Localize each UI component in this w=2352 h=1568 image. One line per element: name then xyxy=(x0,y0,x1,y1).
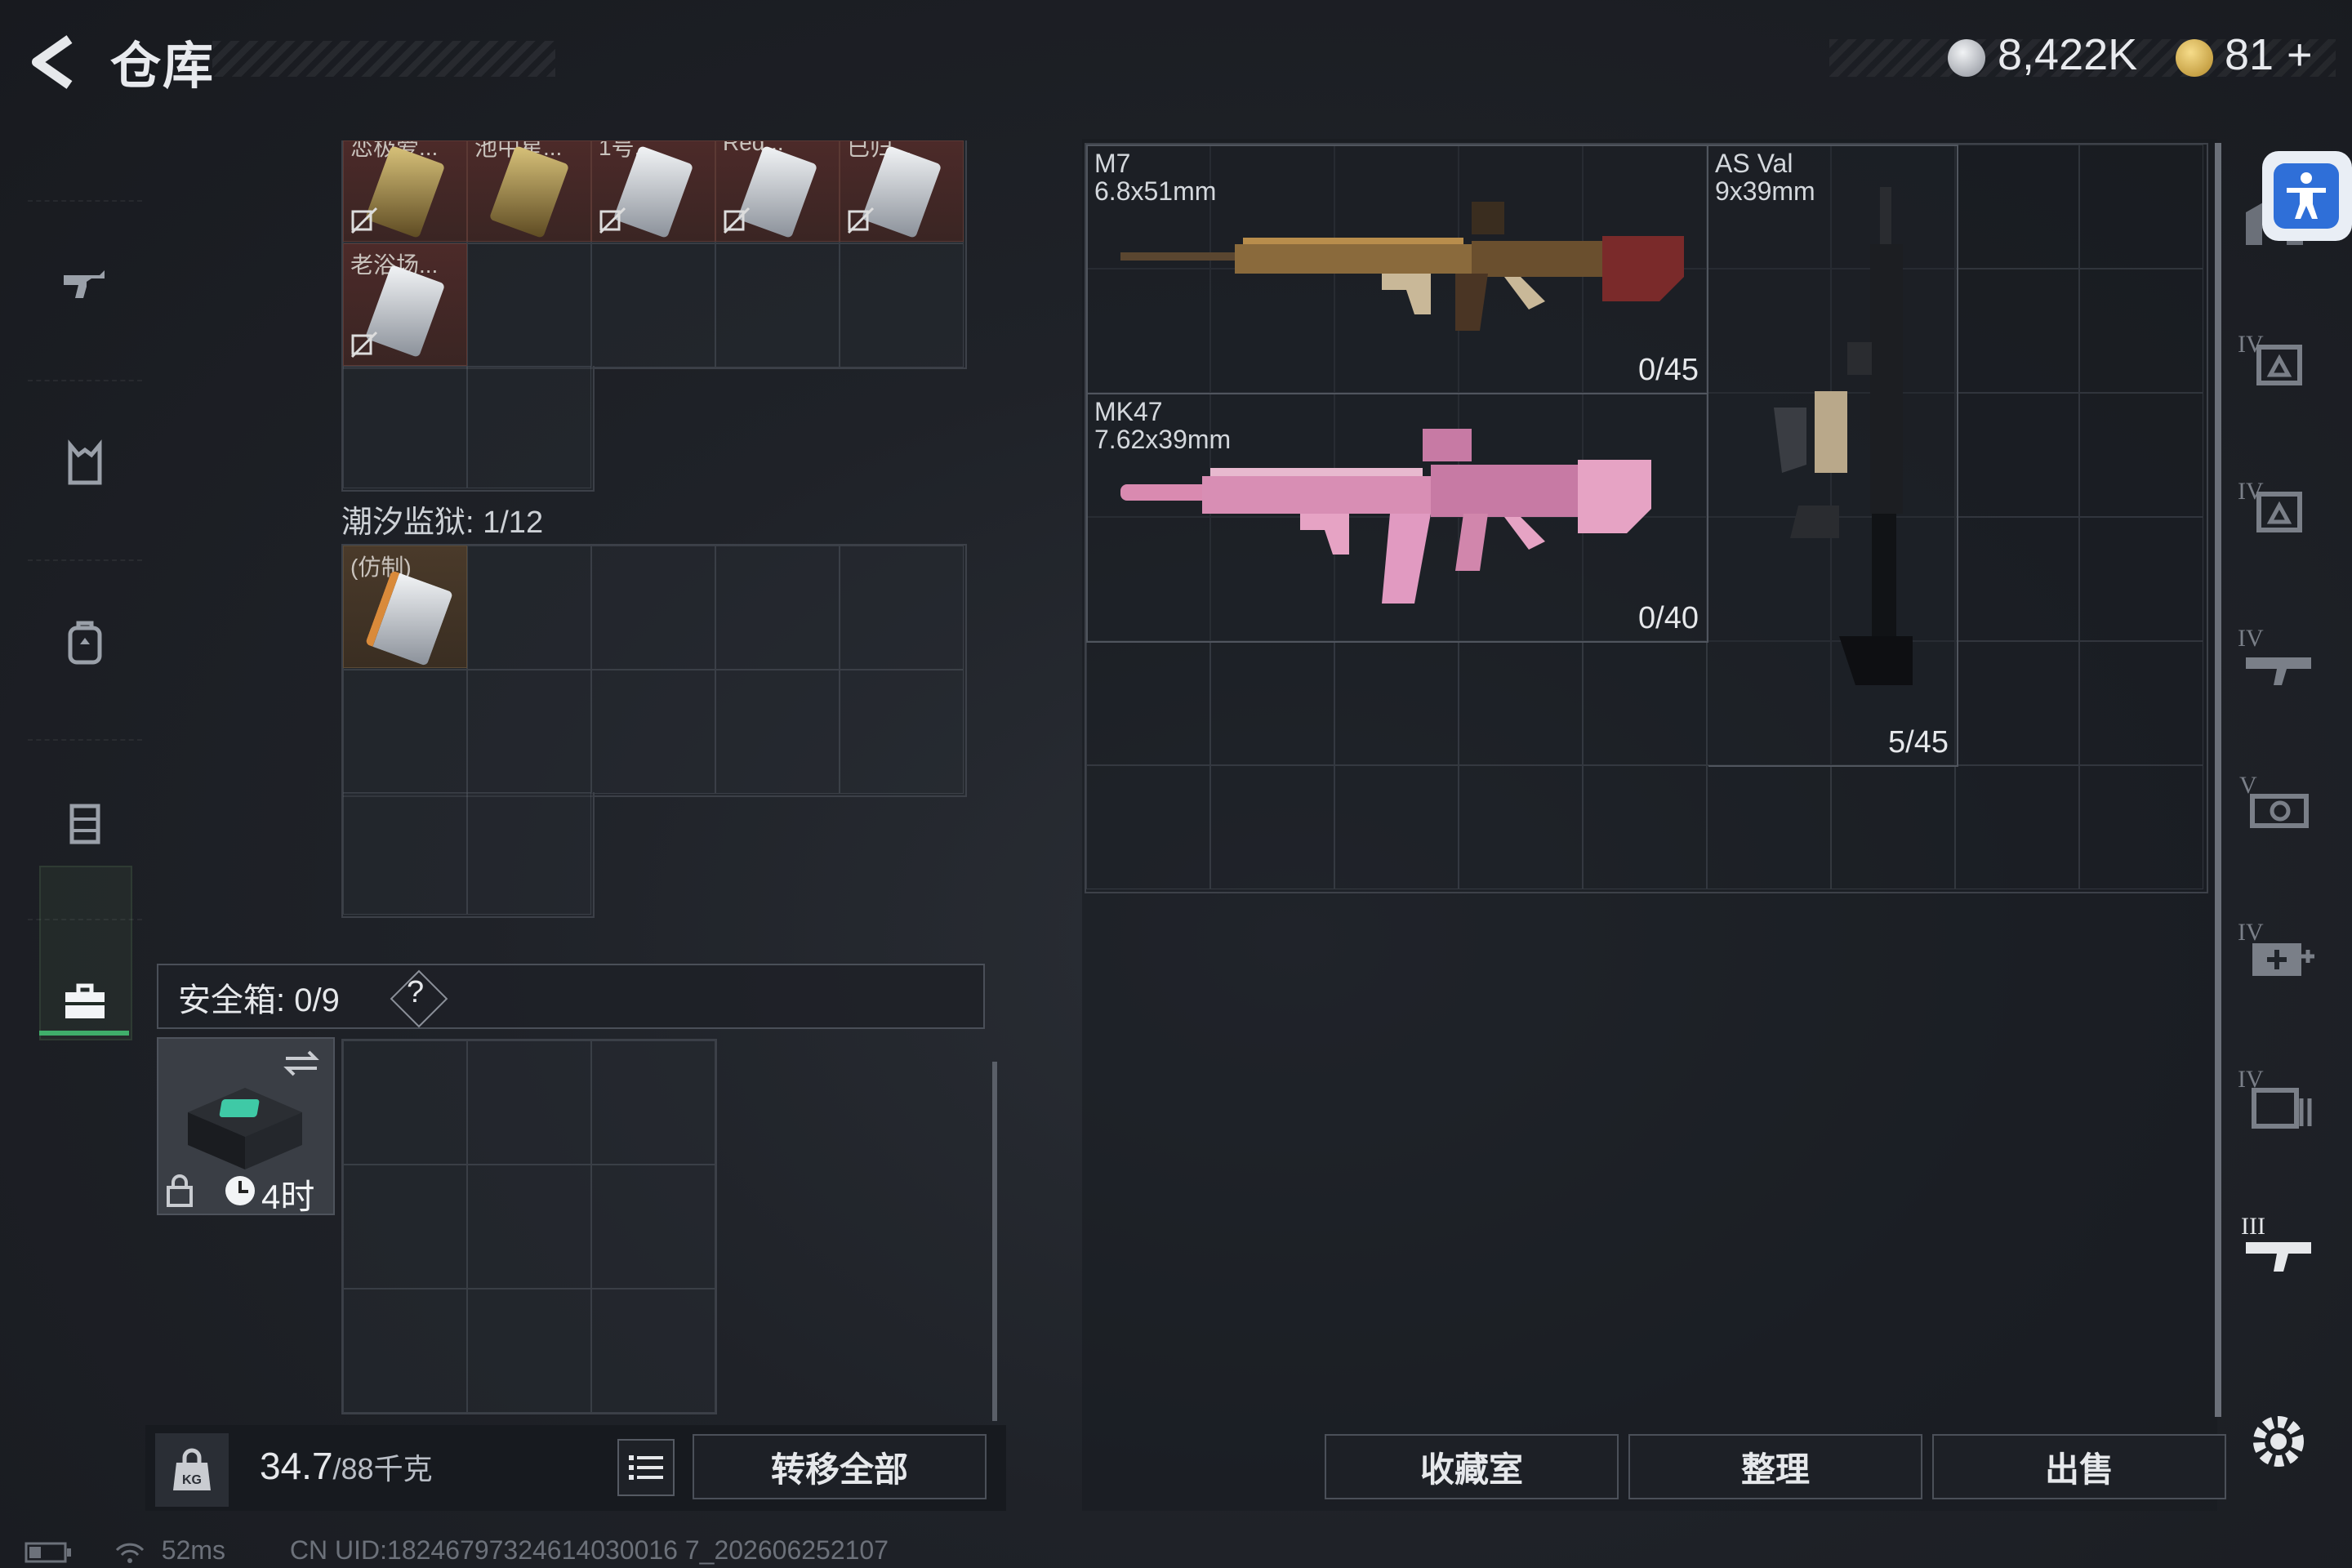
swap-icon[interactable] xyxy=(281,1047,322,1080)
inventory-item-card[interactable]: 1号... xyxy=(591,140,715,242)
unbound-icon xyxy=(847,207,875,234)
gear-icon[interactable] xyxy=(2238,1401,2319,1482)
nav-backpack[interactable] xyxy=(28,559,142,724)
add-currency-button[interactable]: + xyxy=(2287,29,2313,80)
inventory-item-card[interactable]: 已归... xyxy=(840,140,964,242)
silver-coin-icon xyxy=(1948,39,1985,77)
backpack-icon xyxy=(68,621,102,665)
help-text: ? xyxy=(407,975,425,1009)
kg-weight-icon: KG xyxy=(173,1448,211,1490)
inventory-item-key[interactable]: 池中星... xyxy=(467,140,591,242)
unbound-icon xyxy=(599,207,626,234)
accessibility-icon xyxy=(2274,163,2339,229)
inventory-item-key[interactable]: 恋极爱... xyxy=(343,140,467,242)
svg-text:KG: KG xyxy=(182,1473,202,1487)
uid-readout: CN UID:18246797324614030016 7_2026062521… xyxy=(289,1535,889,1565)
vest-icon xyxy=(68,439,102,485)
iv-rifle-icon[interactable]: IV xyxy=(2238,617,2319,698)
iii-weapon-icon[interactable]: III xyxy=(2238,1205,2319,1286)
iv-medkit-icon[interactable]: IV xyxy=(2238,911,2319,992)
unbound-icon xyxy=(723,207,751,234)
back-arrow-icon[interactable] xyxy=(24,29,90,95)
safe-case-slot[interactable]: 4时 xyxy=(157,1037,335,1216)
inventory-item-replica[interactable]: (仿制) xyxy=(343,546,467,668)
list-view-button[interactable] xyxy=(617,1439,675,1496)
left-nav xyxy=(28,135,142,1049)
sort-button[interactable]: 整理 xyxy=(1628,1434,1922,1499)
rifle-mk47-icon xyxy=(1120,429,1651,604)
storage-grid-tail xyxy=(341,366,595,492)
weapon-item-as-val[interactable]: AS Val 9x39mm 5/45 xyxy=(1708,145,1958,767)
rig-icon xyxy=(69,804,100,844)
iv-armor-icon[interactable]: IV xyxy=(2238,470,2319,551)
weight-readout: 34.7/88千克 xyxy=(260,1444,433,1488)
v-scope-icon[interactable]: V xyxy=(2238,764,2319,845)
clock-icon xyxy=(225,1176,255,1205)
weapon-ammo: 0/45 xyxy=(1638,353,1699,387)
nav-safebox[interactable] xyxy=(28,919,142,1084)
iv-helmet-icon[interactable]: IV xyxy=(2238,323,2319,404)
iv-ammo-icon[interactable]: IV xyxy=(2238,1058,2319,1139)
container-section-label: 潮汐监狱: 1/12 xyxy=(341,506,544,540)
safe-box-grid xyxy=(341,1039,717,1414)
gun-icon xyxy=(64,270,105,298)
nav-rig[interactable] xyxy=(28,739,142,904)
weapon-scrollbar[interactable] xyxy=(2215,143,2221,1417)
weapon-ammo: 5/45 xyxy=(1888,725,1949,760)
weapon-item-mk47[interactable]: MK47 7.62x39mm 0/40 xyxy=(1086,394,1708,643)
currency-amount: 8,422K xyxy=(1998,30,2138,79)
safe-case-icon xyxy=(188,1088,302,1169)
storage-scrollbar[interactable] xyxy=(992,1062,997,1421)
battery-icon xyxy=(24,1542,71,1563)
unbound-icon xyxy=(350,331,378,359)
weapon-ammo: 0/40 xyxy=(1638,601,1699,635)
rifle-m7-icon xyxy=(1120,202,1684,331)
gold-coin-icon xyxy=(2176,39,2213,77)
weight-value: 34.7 xyxy=(260,1445,333,1487)
rifle-as-val-icon xyxy=(1774,187,1913,685)
inventory-item-card[interactable]: Red... xyxy=(715,140,840,242)
ping-readout: 52ms xyxy=(161,1535,226,1565)
list-icon xyxy=(629,1455,663,1480)
premium-currency-amount: 81 xyxy=(2225,30,2274,79)
page-title: 仓库 xyxy=(110,38,216,95)
unbound-icon xyxy=(350,207,378,234)
access-card-icon xyxy=(364,570,454,666)
svg-text:IV: IV xyxy=(2238,625,2264,652)
lock-icon xyxy=(167,1174,193,1207)
wifi-icon xyxy=(115,1543,144,1563)
nav-vest[interactable] xyxy=(28,380,142,545)
collection-room-button[interactable]: 收藏室 xyxy=(1325,1434,1619,1499)
briefcase-icon xyxy=(65,983,105,1018)
container-grid-tail xyxy=(341,792,595,918)
safe-box-label: 安全箱: 0/9 xyxy=(178,982,340,1018)
svg-text:IV: IV xyxy=(2238,919,2264,946)
title-decoration xyxy=(212,41,555,77)
svg-text:III: III xyxy=(2241,1213,2265,1240)
safe-case-timer: 4时 xyxy=(261,1178,315,1216)
sell-button[interactable]: 出售 xyxy=(1932,1434,2226,1499)
weight-limit: /88千克 xyxy=(332,1452,433,1486)
status-bar: 52ms CN UID:18246797324614030016 7_20260… xyxy=(24,1535,889,1566)
transfer-all-button[interactable]: 转移全部 xyxy=(693,1434,987,1499)
inventory-item-card[interactable]: 老浴场... xyxy=(343,243,467,366)
nav-weapons[interactable] xyxy=(28,200,142,365)
weight-lock-button[interactable]: KG xyxy=(155,1433,229,1507)
weapon-item-m7[interactable]: M7 6.8x51mm 0/45 xyxy=(1086,145,1708,394)
